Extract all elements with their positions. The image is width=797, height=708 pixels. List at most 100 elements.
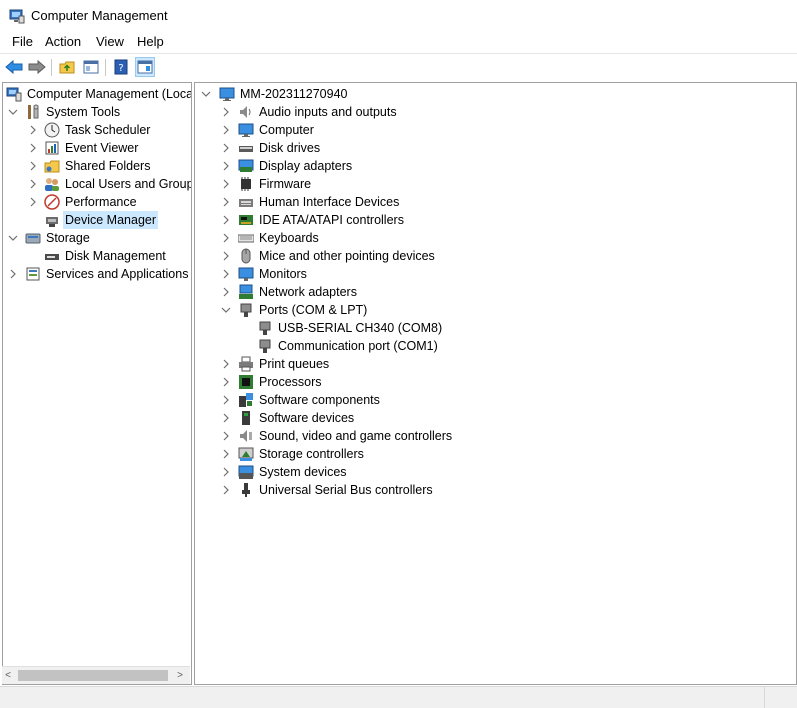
scroll-left-icon[interactable]: < bbox=[2, 669, 14, 682]
chevron-right-icon[interactable] bbox=[28, 193, 38, 211]
chevron-down-icon[interactable] bbox=[8, 229, 18, 247]
chevron-right-icon[interactable] bbox=[221, 481, 231, 499]
shared-folder-icon bbox=[44, 158, 60, 174]
storage-controller-icon bbox=[238, 446, 254, 462]
tree-item-label: Universal Serial Bus controllers bbox=[259, 483, 433, 497]
device-tree-pane[interactable]: MM-202311270940 Audio inputs and outputs C… bbox=[194, 82, 797, 685]
tree-item-label: Processors bbox=[259, 375, 322, 389]
tree-item-label: Services and Applications bbox=[46, 267, 189, 281]
tree-item-label: Computer bbox=[259, 123, 314, 137]
port-icon bbox=[257, 338, 273, 354]
help-icon: ? bbox=[114, 59, 128, 75]
chevron-right-icon[interactable] bbox=[221, 409, 231, 427]
tree-item-label: Local Users and Groups bbox=[65, 177, 192, 191]
scroll-thumb[interactable] bbox=[18, 670, 168, 681]
speaker-icon bbox=[238, 104, 254, 120]
clock-icon bbox=[44, 122, 60, 138]
menu-view[interactable]: View bbox=[94, 34, 126, 49]
chevron-right-icon[interactable] bbox=[28, 175, 38, 193]
chevron-right-icon[interactable] bbox=[221, 445, 231, 463]
console-tree-pane[interactable]: Computer Management (Local System Tools Ta… bbox=[2, 82, 192, 685]
show-action-pane-button[interactable] bbox=[135, 57, 155, 77]
tools-icon bbox=[25, 104, 41, 120]
chevron-right-icon[interactable] bbox=[221, 355, 231, 373]
chevron-right-icon[interactable] bbox=[28, 157, 38, 175]
system-devices-icon bbox=[238, 464, 254, 480]
chevron-right-icon[interactable] bbox=[28, 139, 38, 157]
console-tree-icon bbox=[83, 60, 99, 74]
chevron-right-icon[interactable] bbox=[221, 211, 231, 229]
chevron-right-icon[interactable] bbox=[8, 265, 18, 283]
menu-file[interactable]: File bbox=[10, 34, 35, 49]
chevron-right-icon[interactable] bbox=[221, 193, 231, 211]
tree-item-label: System devices bbox=[259, 465, 347, 479]
horizontal-scrollbar[interactable]: < > bbox=[2, 666, 190, 684]
computer-management-icon bbox=[9, 9, 25, 24]
chevron-right-icon[interactable] bbox=[221, 373, 231, 391]
chevron-right-icon[interactable] bbox=[221, 157, 231, 175]
scroll-right-icon[interactable]: > bbox=[174, 669, 186, 682]
toolbar-separator bbox=[105, 59, 106, 76]
chevron-right-icon[interactable] bbox=[221, 247, 231, 265]
processor-icon bbox=[238, 374, 254, 390]
users-icon bbox=[44, 176, 60, 192]
chevron-right-icon[interactable] bbox=[221, 229, 231, 247]
network-icon bbox=[238, 284, 254, 300]
svg-text:?: ? bbox=[118, 63, 123, 74]
tree-item-label: Device Manager bbox=[63, 211, 159, 229]
chevron-right-icon[interactable] bbox=[221, 103, 231, 121]
tree-item-label: Network adapters bbox=[259, 285, 357, 299]
chevron-right-icon[interactable] bbox=[221, 463, 231, 481]
mouse-icon bbox=[238, 248, 254, 264]
menu-bar: File Action View Help bbox=[0, 32, 797, 53]
tree-item-label: Disk drives bbox=[259, 141, 321, 155]
port-icon bbox=[257, 320, 273, 336]
show-hide-tree-button[interactable] bbox=[81, 57, 101, 77]
tree-item-label: Event Viewer bbox=[65, 141, 139, 155]
chevron-right-icon[interactable] bbox=[221, 265, 231, 283]
back-button[interactable] bbox=[4, 57, 24, 77]
up-folder-icon bbox=[59, 61, 75, 74]
menu-action[interactable]: Action bbox=[43, 34, 83, 49]
toolbar: ? bbox=[0, 53, 797, 81]
ide-controller-icon bbox=[238, 212, 254, 228]
monitor-icon bbox=[238, 266, 254, 282]
tree-item-label: Storage controllers bbox=[259, 447, 364, 461]
help-button[interactable]: ? bbox=[111, 57, 131, 77]
up-folder-button[interactable] bbox=[57, 57, 77, 77]
chevron-down-icon[interactable] bbox=[201, 85, 211, 103]
chevron-right-icon[interactable] bbox=[28, 121, 38, 139]
toolbar-separator bbox=[51, 59, 52, 76]
tree-item-label: Software devices bbox=[259, 411, 355, 425]
chevron-right-icon[interactable] bbox=[221, 121, 231, 139]
chevron-right-icon[interactable] bbox=[221, 139, 231, 157]
display-adapter-icon bbox=[238, 158, 254, 174]
chevron-right-icon[interactable] bbox=[221, 283, 231, 301]
menu-help[interactable]: Help bbox=[135, 34, 166, 49]
hid-icon bbox=[238, 194, 254, 210]
tree-item-label: Monitors bbox=[259, 267, 307, 281]
port-icon bbox=[238, 302, 254, 318]
chevron-right-icon[interactable] bbox=[221, 427, 231, 445]
services-icon bbox=[25, 266, 41, 282]
tree-item-label: Computer Management (Local bbox=[27, 87, 192, 101]
forward-button[interactable] bbox=[27, 57, 47, 77]
chevron-right-icon[interactable] bbox=[221, 391, 231, 409]
chevron-down-icon[interactable] bbox=[221, 301, 231, 319]
window-title: Computer Management bbox=[31, 8, 168, 23]
back-arrow-icon bbox=[5, 60, 23, 74]
chip-icon bbox=[238, 176, 254, 192]
tree-item-label: Display adapters bbox=[259, 159, 353, 173]
tree-item-label: System Tools bbox=[46, 105, 121, 119]
chevron-down-icon[interactable] bbox=[8, 103, 18, 121]
software-component-icon bbox=[238, 392, 254, 408]
status-bar bbox=[0, 686, 797, 708]
sound-icon bbox=[238, 428, 254, 444]
tree-item-label: IDE ATA/ATAPI controllers bbox=[259, 213, 404, 227]
keyboard-icon bbox=[237, 230, 255, 246]
event-viewer-icon bbox=[44, 140, 60, 156]
tree-item-label: Sound, video and game controllers bbox=[259, 429, 453, 443]
tree-item-label: Keyboards bbox=[259, 231, 319, 245]
chevron-right-icon[interactable] bbox=[221, 175, 231, 193]
tree-item-label: Communication port (COM1) bbox=[278, 339, 438, 353]
